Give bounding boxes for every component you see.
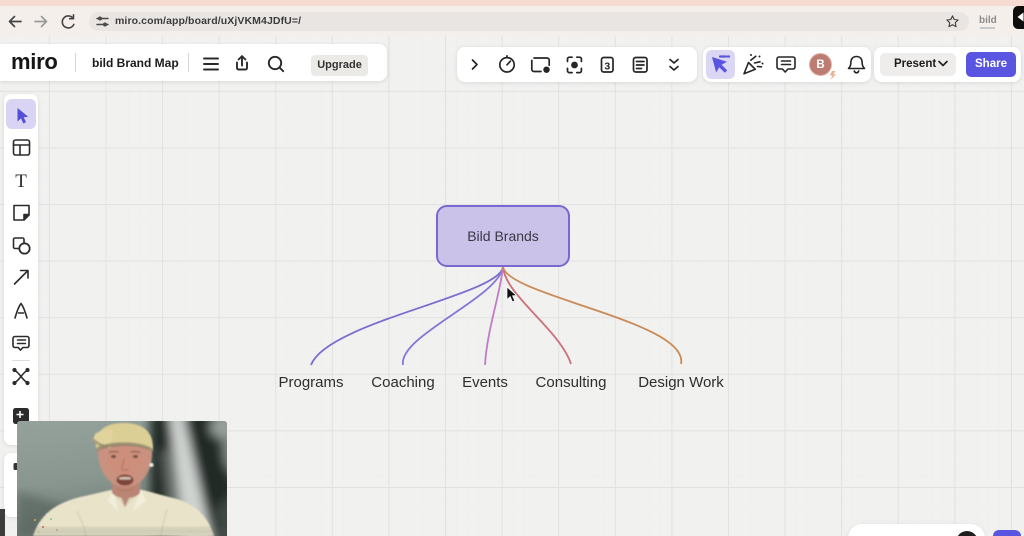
svg-text:3: 3 xyxy=(604,60,610,72)
svg-text:T: T xyxy=(15,171,27,192)
